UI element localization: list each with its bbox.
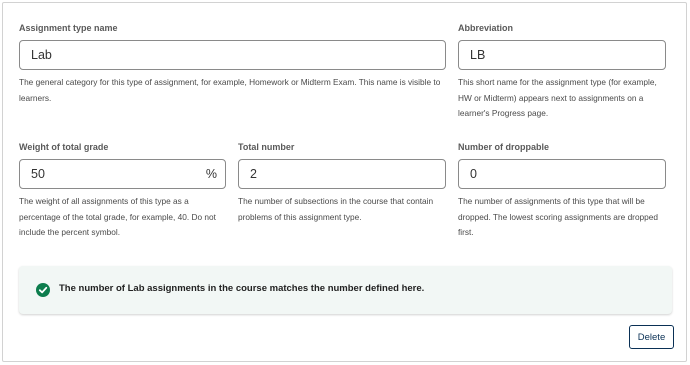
total-number-input[interactable]: 2 — [238, 159, 446, 189]
weight-label: Weight of total grade — [19, 142, 109, 152]
success-alert: The number of Lab assignments in the cou… — [19, 266, 672, 314]
assignment-type-name-help: The general category for this type of as… — [19, 77, 441, 103]
assignment-type-name-label: Assignment type name — [19, 23, 118, 33]
percent-suffix: % — [205, 167, 217, 181]
alert-message: The number of Lab assignments in the cou… — [59, 283, 425, 294]
assignment-type-card: Assignment type name Lab The general cat… — [2, 2, 687, 362]
weight-input[interactable]: 50 % — [19, 159, 226, 189]
delete-button[interactable]: Delete — [629, 325, 674, 349]
abbreviation-input[interactable]: LB — [458, 40, 666, 70]
weight-value: 50 — [31, 167, 45, 181]
abbreviation-help: This short name for the assignment type … — [458, 77, 657, 118]
abbreviation-label: Abbreviation — [458, 23, 514, 33]
assignment-type-name-input[interactable]: Lab — [19, 40, 446, 70]
droppable-input[interactable]: 0 — [458, 159, 666, 189]
weight-help: The weight of all assignments of this ty… — [19, 196, 216, 237]
check-circle-icon — [36, 283, 50, 297]
droppable-help: The number of assignments of this type t… — [458, 196, 659, 237]
total-number-help: The number of subsections in the course … — [238, 196, 434, 222]
total-number-label: Total number — [238, 142, 295, 152]
droppable-label: Number of droppable — [458, 142, 550, 152]
